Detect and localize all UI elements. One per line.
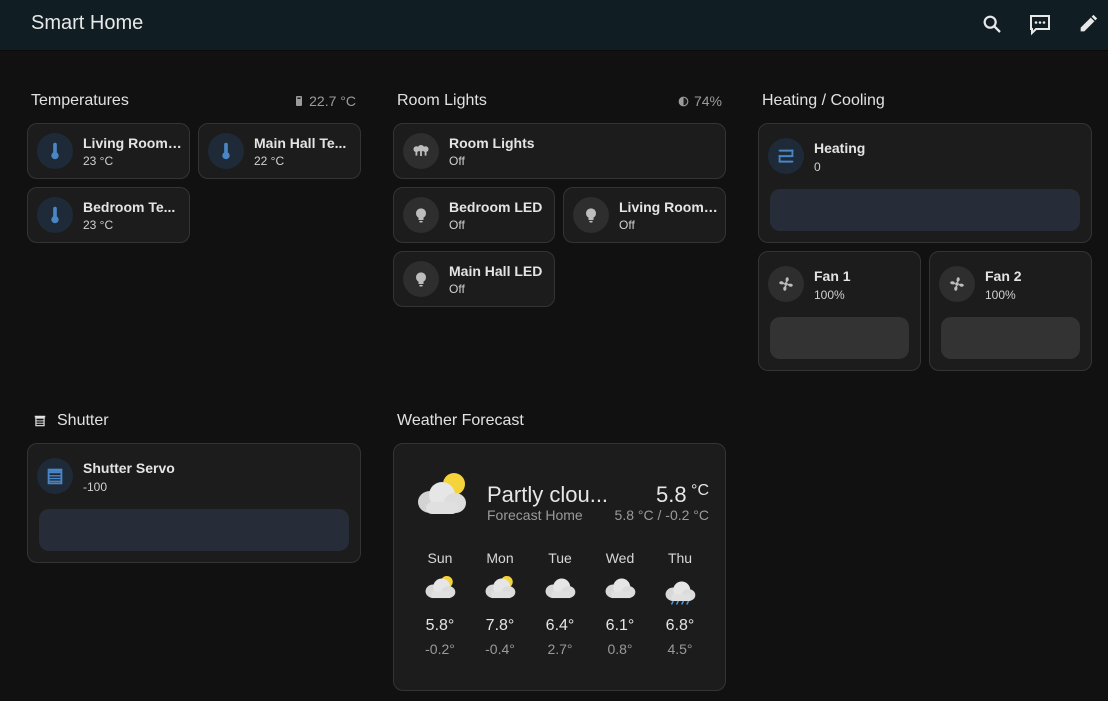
tile-room-lights-group[interactable]: Room Lights Off (393, 123, 726, 179)
tile-state: Off (449, 218, 465, 232)
forecast-day-name: Sun (427, 550, 453, 566)
lightbulb-icon (403, 197, 439, 233)
partly-cloudy-icon (410, 573, 470, 613)
tile-state: 22 °C (254, 154, 285, 168)
forecast-day-name: Thu (667, 550, 693, 566)
weather-temp-range: 5.8 °C / -0.2 °C (614, 507, 709, 523)
brightness-icon (678, 96, 689, 106)
weather-current-temp: 5.8 °C (656, 482, 709, 508)
thermometer-small-icon (296, 96, 303, 106)
tile-name: Main Hall LED (449, 263, 543, 279)
room-lights-brightness: 74% (693, 93, 722, 109)
shutter-title: Shutter (57, 412, 109, 429)
tile-state: 100% (985, 288, 1016, 302)
light-group-icon (403, 133, 439, 169)
edit-icon[interactable] (1075, 11, 1101, 37)
tile-name: Bedroom LED (449, 199, 543, 215)
tile-main-hall-temperature[interactable]: Main Hall Te... 22 °C (198, 123, 361, 179)
fan-icon (768, 266, 804, 302)
tile-fan-1[interactable]: Fan 1 100% (758, 251, 921, 371)
forecast-day: Sun 5.8° -0.2° (410, 550, 470, 657)
forecast-day: Wed 6.1° 0.8° (590, 550, 650, 657)
fan-2-speed-slider[interactable] (941, 317, 1080, 359)
weather-forecast-card[interactable]: Partly clou... Forecast Home 5.8 °C 5.8 … (393, 443, 726, 691)
lightbulb-icon (403, 261, 439, 297)
forecast-low: 4.5° (667, 641, 693, 657)
top-app-bar: Smart Home (0, 0, 1108, 50)
window-shutter-icon (37, 458, 73, 494)
tile-state: -100 (83, 480, 108, 494)
tile-living-room-light[interactable]: Living Room ... Off (563, 187, 726, 243)
shutter-position-slider[interactable] (39, 509, 349, 551)
heating-slider[interactable] (770, 189, 1080, 231)
forecast-day-name: Wed (605, 550, 635, 566)
forecast-high: 7.8° (485, 617, 515, 634)
tile-state: 23 °C (83, 154, 114, 168)
tile-state: 23 °C (83, 218, 114, 232)
rainy-icon (650, 573, 710, 613)
weather-condition: Partly clou... (487, 482, 609, 507)
tile-name: Room Lights (449, 135, 535, 151)
temperatures-title: Temperatures (31, 92, 129, 109)
tile-state: Off (619, 218, 635, 232)
temperatures-badge: 22.7 °C (293, 93, 356, 109)
current-temp-value: 5.8 (656, 482, 687, 507)
forecast-day: Thu 6.8° 4.5° (650, 550, 710, 657)
tile-state: 100% (814, 288, 845, 302)
forecast-low: -0.2° (425, 641, 455, 657)
tile-name: Heating (814, 140, 866, 156)
tile-living-room-temperature[interactable]: Living Room ... 23 °C (27, 123, 190, 179)
weather-forecast-title: Weather Forecast (397, 412, 524, 429)
tile-name: Main Hall Te... (254, 135, 347, 151)
search-icon[interactable] (979, 11, 1005, 37)
forecast-low: 0.8° (607, 641, 633, 657)
radiator-icon (768, 138, 804, 174)
forecast-high: 6.4° (545, 617, 575, 634)
tile-main-hall-led[interactable]: Main Hall LED Off (393, 251, 555, 307)
forecast-day-name: Tue (548, 550, 572, 566)
cloudy-icon (530, 573, 590, 613)
forecast-day: Tue 6.4° 2.7° (530, 550, 590, 657)
room-lights-title: Room Lights (397, 92, 487, 109)
thermometer-icon (208, 133, 244, 169)
tile-shutter-servo[interactable]: Shutter Servo -100 (27, 443, 361, 563)
fan-icon (939, 266, 975, 302)
tile-name: Living Room ... (83, 135, 183, 151)
tile-name: Fan 2 (985, 268, 1022, 284)
partly-cloudy-icon (414, 470, 470, 516)
temperatures-average: 22.7 °C (309, 93, 356, 109)
tile-name: Living Room ... (619, 199, 719, 215)
forecast-high: 5.8° (425, 617, 455, 634)
weather-location: Forecast Home (487, 507, 583, 523)
forecast-high: 6.1° (605, 617, 635, 634)
window-shutter-small-icon (34, 415, 46, 427)
forecast-day: Mon 7.8° -0.4° (470, 550, 530, 657)
tile-name: Shutter Servo (83, 460, 175, 476)
heating-cooling-title: Heating / Cooling (762, 92, 885, 109)
assist-icon[interactable] (1027, 11, 1053, 37)
lightbulb-icon (573, 197, 609, 233)
current-temp-unit: °C (691, 482, 709, 499)
thermometer-icon (37, 133, 73, 169)
thermometer-icon (37, 197, 73, 233)
forecast-high: 6.8° (665, 617, 695, 634)
tile-heating[interactable]: Heating 0 (758, 123, 1092, 243)
app-title: Smart Home (31, 12, 144, 34)
tile-name: Fan 1 (814, 268, 851, 284)
forecast-day-name: Mon (486, 550, 514, 566)
partly-cloudy-icon (470, 573, 530, 613)
tile-state: Off (449, 154, 465, 168)
tile-state: Off (449, 282, 465, 296)
tile-fan-2[interactable]: Fan 2 100% (929, 251, 1092, 371)
tile-state: 0 (814, 160, 821, 174)
cloudy-icon (590, 573, 650, 613)
tile-bedroom-temperature[interactable]: Bedroom Te... 23 °C (27, 187, 190, 243)
forecast-low: -0.4° (485, 641, 515, 657)
tile-bedroom-led[interactable]: Bedroom LED Off (393, 187, 555, 243)
shutter-section-title: Shutter (33, 412, 109, 430)
fan-1-speed-slider[interactable] (770, 317, 909, 359)
tile-name: Bedroom Te... (83, 199, 176, 215)
forecast-low: 2.7° (547, 641, 573, 657)
room-lights-badge: 74% (677, 93, 722, 109)
